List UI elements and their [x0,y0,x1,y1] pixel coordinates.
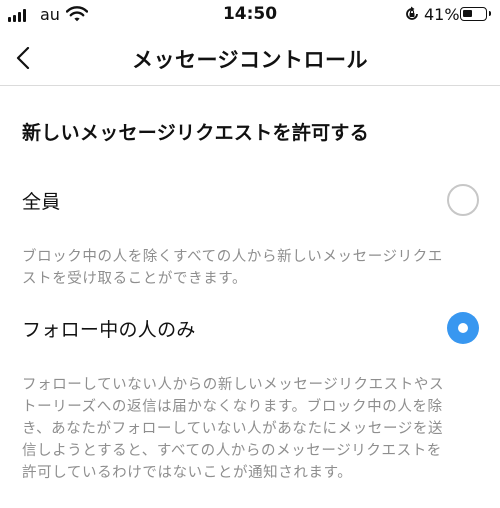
option-label: 全員 [22,191,61,213]
page-title: メッセージコントロール [131,48,369,72]
section-title: 新しいメッセージリクエストを許可する [22,122,370,144]
description-line: 許可しているわけではないことが通知されます。 [22,465,353,481]
radio-button-everyone[interactable] [447,184,479,216]
option-following-only[interactable]: フォロー中の人のみ [0,300,500,356]
option-label: フォロー中の人のみ [22,319,196,341]
battery-percent: 41% [424,5,460,24]
description-line: トーリーズへの返信は届かなくなります。ブロック中の人を除 [22,399,443,415]
description-line: ブロック中の人を除くすべての人から新しいメッセージリクエ [22,249,443,265]
description-line: き、あなたがフォローしていない人があなたにメッセージを送 [22,421,444,437]
option-everyone[interactable]: 全員 [0,172,500,228]
radio-selected-dot [458,323,468,333]
option-everyone-description: ブロック中の人を除くすべての人から新しいメッセージリクエ ストを受け取ることがで… [22,246,482,290]
option-following-only-description: フォローしていない人からの新しいメッセージリクエストやス トーリーズへの返信は届… [22,374,482,484]
nav-bar: メッセージコントロール [0,30,500,86]
description-line: ストを受け取ることができます。 [22,271,248,287]
battery-fill [463,10,472,17]
radio-button-following-only[interactable] [447,312,479,344]
battery-icon [460,7,491,21]
status-bar: au 14:50 41% [0,0,500,30]
description-line: フォローしていない人からの新しいメッセージリクエストやス [22,377,445,393]
description-line: 信しようとすると、すべての人からのメッセージリクエストを [22,443,442,459]
orientation-lock-icon [404,6,420,22]
